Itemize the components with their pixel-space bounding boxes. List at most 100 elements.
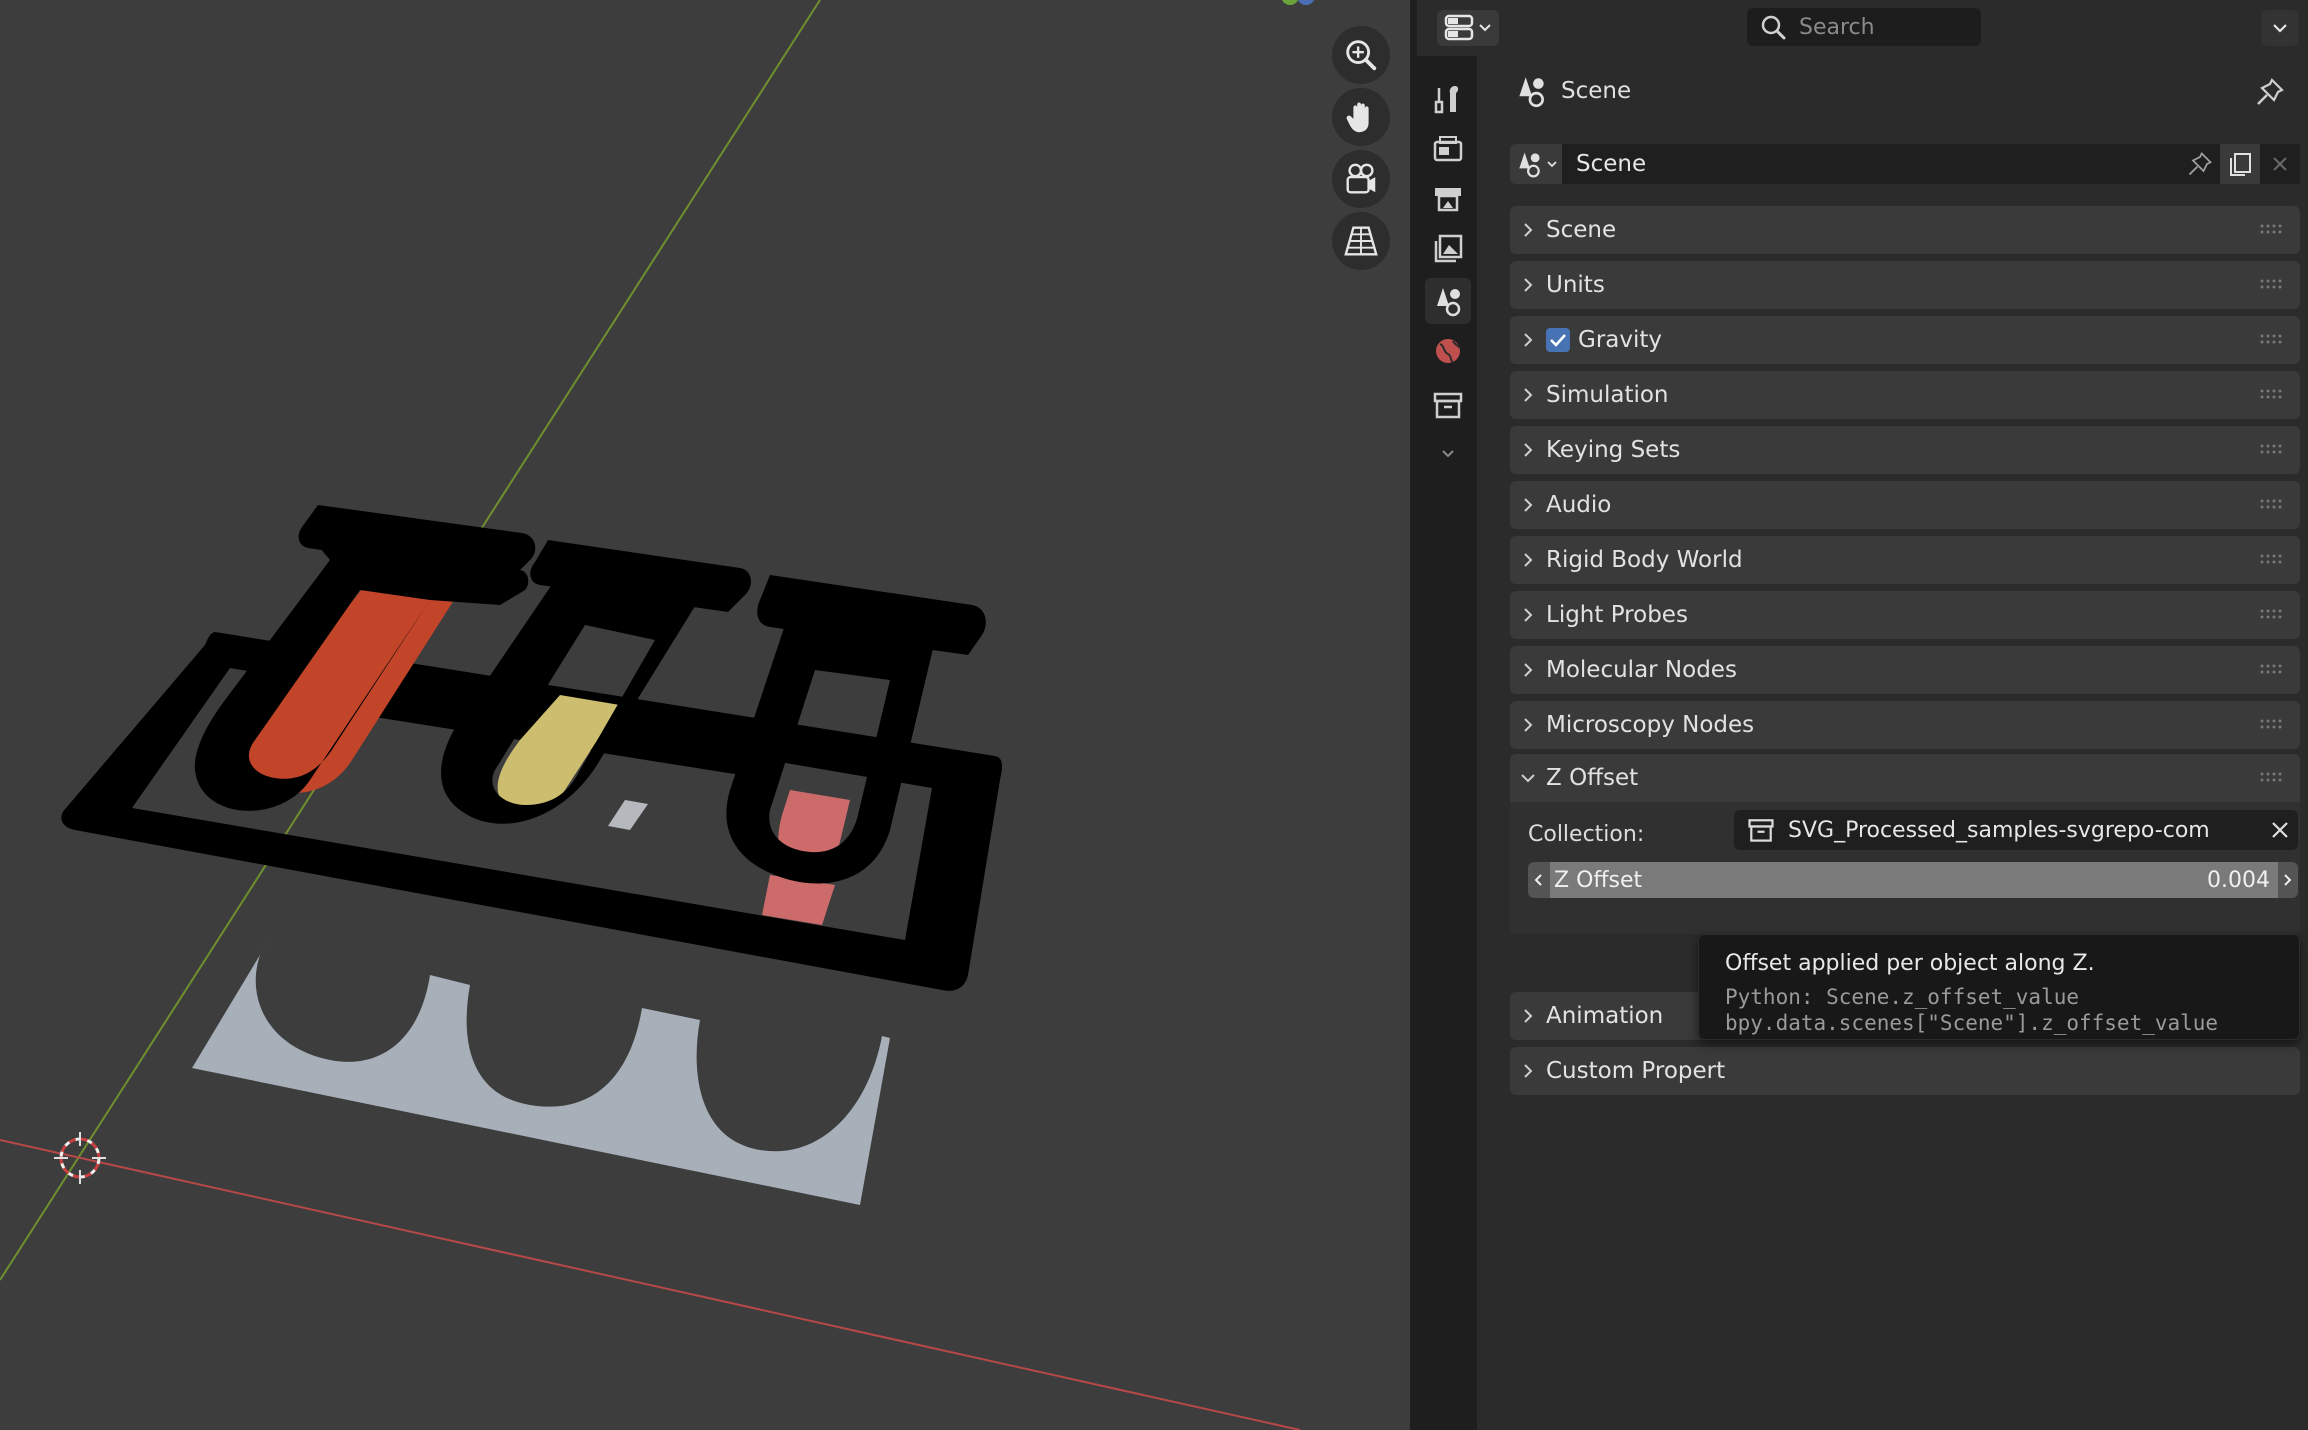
- chevron-down-icon: [2273, 24, 2287, 33]
- area-divider[interactable]: [1410, 0, 1417, 1430]
- drag-grip-icon[interactable]: [2260, 389, 2284, 399]
- tooltip: Offset applied per object along Z. Pytho…: [1698, 934, 2300, 1040]
- chevron-right-icon: [1524, 1064, 1533, 1078]
- camera-view-button[interactable]: [1332, 150, 1390, 208]
- grid-perspective-icon: [1344, 226, 1378, 256]
- tab-render[interactable]: [1425, 126, 1471, 172]
- chevron-right-icon: [1524, 1009, 1533, 1023]
- pin-icon: [2188, 152, 2212, 176]
- collection-value: SVG_Processed_samples-svgrepo-com: [1788, 817, 2210, 843]
- chevron-right-icon: [1524, 553, 1533, 567]
- context-title: Scene: [1561, 78, 1632, 104]
- panel-custom-properties[interactable]: Custom Propert: [1510, 1047, 2300, 1095]
- viewport-scene: [0, 0, 1315, 1430]
- chevron-right-icon: [1524, 223, 1533, 237]
- perspective-toggle-button[interactable]: [1332, 212, 1390, 270]
- chevron-down-icon: [1442, 450, 1454, 458]
- pan-button[interactable]: [1332, 88, 1390, 146]
- clear-collection-button[interactable]: [2262, 820, 2298, 840]
- scene-name-field[interactable]: Scene: [1562, 144, 2180, 184]
- panel-light-probes[interactable]: Light Probes: [1510, 591, 2300, 639]
- drag-grip-icon[interactable]: [2260, 279, 2284, 289]
- panel-simulation[interactable]: Simulation: [1510, 371, 2300, 419]
- output-icon: [1435, 188, 1461, 212]
- new-scene-button[interactable]: [2220, 144, 2260, 184]
- camera-icon: [1346, 163, 1376, 194]
- context-header: Scene: [1477, 56, 2308, 126]
- panel-units[interactable]: Units: [1510, 261, 2300, 309]
- tooltip-description: Offset applied per object along Z.: [1725, 951, 2095, 976]
- drag-grip-icon[interactable]: [2260, 444, 2284, 454]
- panel-label: Animation: [1546, 1003, 1664, 1029]
- search-field[interactable]: [1747, 8, 1981, 46]
- drag-grip-icon[interactable]: [2260, 499, 2284, 509]
- scene-icon: [1519, 77, 1544, 108]
- properties-editor: Scene Scene: [1417, 0, 2308, 1430]
- pin-icon[interactable]: [2254, 76, 2286, 108]
- panel-audio[interactable]: Audio: [1510, 481, 2300, 529]
- unlink-scene-button[interactable]: [2260, 144, 2300, 184]
- drag-grip-icon[interactable]: [2260, 609, 2284, 619]
- 3d-viewport[interactable]: [0, 0, 1410, 1430]
- zoom-button[interactable]: [1332, 26, 1390, 84]
- drag-grip-icon[interactable]: [2260, 664, 2284, 674]
- rack-chip: [608, 800, 648, 830]
- drag-grip-icon[interactable]: [2260, 224, 2284, 234]
- panel-microscopy-nodes[interactable]: Microscopy Nodes: [1510, 701, 2300, 749]
- scene-icon: [1437, 288, 1461, 317]
- increment-arrow[interactable]: [2276, 873, 2298, 887]
- z-offset-slider[interactable]: Z Offset 0.004: [1528, 862, 2298, 898]
- tooltip-python-data-path: bpy.data.scenes["Scene"].z_offset_value: [1725, 1011, 2219, 1035]
- tab-view-layer[interactable]: [1425, 226, 1471, 272]
- tab-bar-expand[interactable]: [1425, 430, 1471, 476]
- header-options-button[interactable]: [2261, 10, 2299, 46]
- gizmo-z-icon[interactable]: [1297, 0, 1315, 5]
- world-icon: [1436, 339, 1461, 363]
- panel-label: Microscopy Nodes: [1546, 712, 1755, 738]
- panel-label: Gravity: [1578, 327, 1663, 353]
- collection-icon: [1748, 819, 1774, 842]
- panel-z-offset: Z Offset Collection: SVG_Processed_sampl…: [1510, 754, 2300, 934]
- panel-z-offset-header[interactable]: Z Offset: [1510, 754, 2300, 802]
- panel-keying-sets[interactable]: Keying Sets: [1510, 426, 2300, 474]
- zoom-icon: [1346, 40, 1377, 71]
- search-input[interactable]: [1797, 13, 1971, 41]
- properties-editor-icon: [1444, 14, 1474, 41]
- chevron-right-icon: [1524, 278, 1533, 292]
- gravity-checkbox[interactable]: [1546, 328, 1570, 352]
- tab-output[interactable]: [1425, 176, 1471, 222]
- collection-icon: [1433, 392, 1463, 419]
- x-axis-line: [0, 1139, 1301, 1430]
- decrement-arrow[interactable]: [1528, 873, 1550, 887]
- tab-scene[interactable]: [1425, 278, 1471, 324]
- fake-user-button[interactable]: [2180, 144, 2220, 184]
- tab-collection[interactable]: [1425, 382, 1471, 428]
- drag-grip-icon[interactable]: [2260, 772, 2284, 782]
- close-icon: [2273, 157, 2287, 171]
- scene-datablock-selector: Scene: [1510, 144, 2300, 184]
- render-icon: [1433, 136, 1463, 162]
- chevron-right-icon: [2284, 874, 2292, 886]
- panel-scene[interactable]: Scene: [1510, 206, 2300, 254]
- gizmo-y-icon[interactable]: [1281, 0, 1299, 5]
- panel-molecular-nodes[interactable]: Molecular Nodes: [1510, 646, 2300, 694]
- panel-label: Audio: [1546, 492, 1612, 518]
- drag-grip-icon[interactable]: [2260, 334, 2284, 344]
- properties-content: Scene Scene Scene Units Gravity Simulati…: [1477, 56, 2308, 1430]
- chevron-left-icon: [1534, 874, 1542, 886]
- editor-type-button[interactable]: [1437, 10, 1499, 46]
- tooltip-python-path: Python: Scene.z_offset_value: [1725, 985, 2080, 1009]
- tab-tool[interactable]: [1425, 76, 1471, 122]
- drag-grip-icon[interactable]: [2260, 719, 2284, 729]
- tab-world[interactable]: [1425, 328, 1471, 374]
- slider-value: 0.004: [2207, 867, 2270, 893]
- panel-gravity[interactable]: Gravity: [1510, 316, 2300, 364]
- panel-rigid-body-world[interactable]: Rigid Body World: [1510, 536, 2300, 584]
- collection-field[interactable]: SVG_Processed_samples-svgrepo-com: [1734, 810, 2298, 850]
- properties-tab-bar: [1417, 56, 1477, 1430]
- scene-icon: [1519, 152, 1540, 178]
- drag-grip-icon[interactable]: [2260, 554, 2284, 564]
- scene-browse-button[interactable]: [1510, 144, 1562, 184]
- collection-label: Collection:: [1528, 822, 1645, 847]
- chevron-right-icon: [1524, 608, 1533, 622]
